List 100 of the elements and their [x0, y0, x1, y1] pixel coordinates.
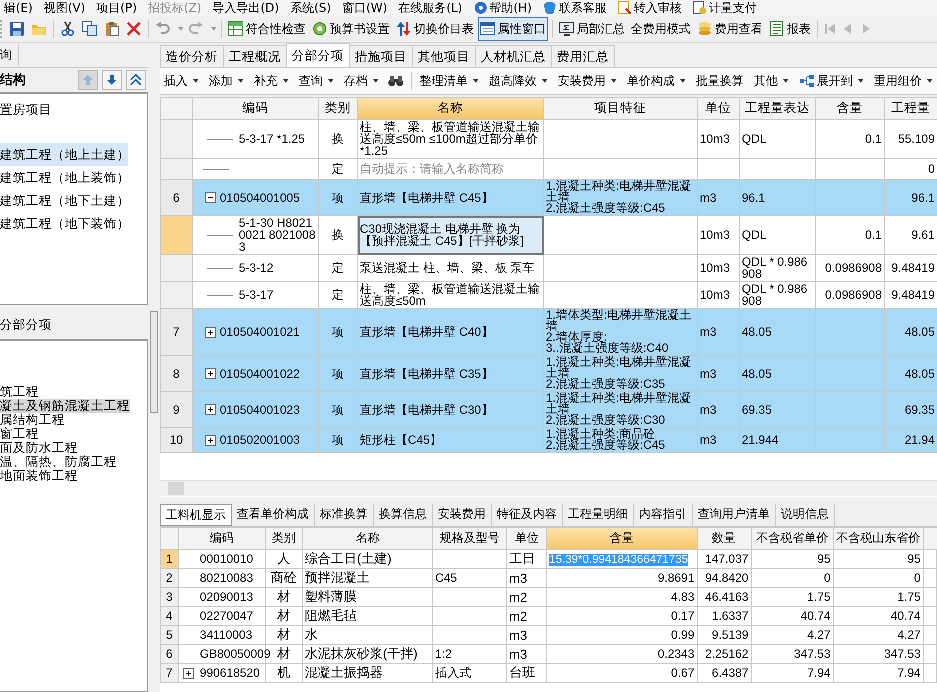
- column-header[interactable]: 单位: [698, 98, 740, 120]
- column-header[interactable]: 规格及型号: [432, 528, 507, 550]
- toolbar-button[interactable]: 费用查看: [695, 17, 765, 41]
- toolbar-button[interactable]: 局部汇总: [557, 17, 627, 41]
- toolbar-button[interactable]: 预算书设置: [310, 17, 392, 41]
- row-number[interactable]: 3: [160, 588, 179, 606]
- menu-button[interactable]: 整理清单: [416, 72, 483, 90]
- row-number[interactable]: 4: [160, 606, 179, 626]
- column-header[interactable]: 名称: [358, 98, 544, 120]
- row-number[interactable]: 2: [160, 568, 179, 588]
- menu-button[interactable]: 其他: [750, 72, 793, 90]
- column-header[interactable]: 不含税山东省价: [833, 528, 924, 550]
- menu-button[interactable]: 存档: [340, 72, 383, 90]
- table-cell: m3: [506, 568, 547, 588]
- menu-button[interactable]: 展开到: [795, 72, 868, 90]
- column-header[interactable]: 工程量表达: [740, 98, 816, 120]
- menu-item[interactable]: 计量支付: [689, 1, 764, 15]
- tab[interactable]: 费用汇总: [551, 45, 615, 67]
- row-number[interactable]: 9: [160, 392, 192, 428]
- toolbar-button[interactable]: 属性窗口: [478, 17, 548, 41]
- column-header[interactable]: 名称: [302, 528, 433, 550]
- table-cell: 46.4163: [697, 588, 752, 606]
- tab[interactable]: 换算信息: [374, 504, 433, 526]
- tab[interactable]: 安装费用: [433, 504, 492, 526]
- column-header[interactable]: 编码: [192, 98, 318, 120]
- menu-item[interactable]: 帮助(H): [470, 1, 540, 15]
- column-header[interactable]: 含量: [546, 528, 698, 550]
- toolbar-button[interactable]: 全费用模式: [629, 17, 693, 41]
- column-header[interactable]: 含量: [816, 98, 884, 120]
- tree-item[interactable]: 建筑工程（地上装饰）: [0, 166, 128, 189]
- tab[interactable]: 标准换算: [315, 504, 374, 526]
- menu-button[interactable]: 安装费用: [554, 72, 621, 90]
- row-number[interactable]: 5: [160, 626, 179, 644]
- row-number[interactable]: 10: [160, 428, 192, 452]
- table-cell: m2: [506, 606, 547, 626]
- table-cell: 直形墙【电梯井壁 C30】: [358, 392, 544, 428]
- menu-item[interactable]: 系统(S): [286, 1, 338, 15]
- table-cell: 1.混凝土种类:电梯井壁混凝土墙 2.混凝土强度等级:C45: [544, 180, 698, 216]
- tab[interactable]: 说明信息: [776, 504, 835, 526]
- column-header[interactable]: 项目特征: [544, 98, 698, 120]
- tree-item[interactable]: 温、隔热、防腐工程: [0, 455, 117, 469]
- menu-button[interactable]: 添加: [205, 72, 248, 90]
- tab[interactable]: 内容指引: [634, 504, 693, 526]
- menu-button[interactable]: 补充: [250, 72, 293, 90]
- tab[interactable]: 查看单价构成: [232, 504, 315, 526]
- tab[interactable]: 造价分析: [160, 45, 224, 67]
- menu-button[interactable]: 超高降效: [485, 72, 552, 90]
- table-cell: 147.037: [697, 550, 752, 568]
- tree-item[interactable]: 置房项目: [0, 98, 128, 121]
- menu-item[interactable]: 转入审核: [614, 1, 690, 15]
- tree-item[interactable]: 建筑工程（地下装饰）: [0, 212, 128, 235]
- column-header[interactable]: 类别: [318, 98, 358, 120]
- tab[interactable]: 分部分项: [286, 43, 350, 67]
- menu-button[interactable]: 插入: [160, 72, 203, 90]
- input-field[interactable]: C30现浇混凝土 电梯井壁 换为【预拌混凝土 C45】[干拌砂浆]: [358, 216, 544, 254]
- column-header[interactable]: 单位: [506, 528, 547, 550]
- menu-item[interactable]: 视图(V): [40, 1, 93, 15]
- menu-button[interactable]: 单价构成: [623, 72, 690, 90]
- tab[interactable]: 特征及内容: [492, 504, 563, 526]
- menu-item[interactable]: 导入导出(D): [208, 1, 286, 15]
- toolbar-button[interactable]: 报表: [767, 17, 813, 41]
- row-number[interactable]: 7: [160, 308, 192, 356]
- row-number[interactable]: 6: [160, 180, 192, 216]
- toolbar-button[interactable]: 切换价目表: [394, 17, 476, 41]
- panel-tab[interactable]: 询: [0, 44, 19, 66]
- tree-item[interactable]: 筑工程: [0, 385, 39, 399]
- tab[interactable]: 查询用户清单: [693, 504, 776, 526]
- column-header[interactable]: 工程量: [884, 98, 937, 120]
- tree-item[interactable]: 面及防水工程: [0, 441, 78, 455]
- menu-item[interactable]: 项目(P): [92, 1, 144, 15]
- table-cell: 2.25162: [697, 644, 752, 664]
- tab[interactable]: 工料机显示: [160, 504, 232, 526]
- row-number[interactable]: 6: [160, 644, 179, 664]
- code-text: 990618520: [200, 666, 260, 680]
- column-header[interactable]: 类别: [266, 528, 303, 550]
- row-number[interactable]: 7: [160, 664, 179, 682]
- table-cell: 项: [318, 392, 358, 428]
- tree-item[interactable]: 地面装饰工程: [0, 469, 78, 483]
- column-header[interactable]: 编码: [178, 528, 266, 550]
- tree-item[interactable]: 窗工程: [0, 427, 39, 441]
- column-header[interactable]: 不含税省单价: [751, 528, 834, 550]
- menu-button[interactable]: 重用组价: [870, 72, 937, 90]
- menu-item[interactable]: 联系客服: [539, 1, 614, 15]
- column-header[interactable]: 数量: [697, 528, 752, 550]
- row-number[interactable]: 1: [160, 550, 179, 568]
- tree-item[interactable]: 建筑工程（地上土建）: [0, 143, 128, 166]
- toolbar-button[interactable]: 符合性检查: [226, 17, 308, 41]
- tab[interactable]: 工程量明细: [563, 504, 634, 526]
- table-cell: 21.944: [740, 428, 816, 452]
- tree-item[interactable]: 凝土及钢筋混凝土工程: [0, 399, 130, 413]
- menu-item[interactable]: 辑(E): [0, 1, 40, 15]
- tree-item[interactable]: 建筑工程（地下土建）: [0, 189, 128, 212]
- table-cell: 直形墙【电梯井壁 C35】: [358, 356, 544, 392]
- code-text: 5-3-17 *1.25: [239, 133, 306, 145]
- row-number[interactable]: 8: [160, 356, 192, 392]
- tree-item[interactable]: 属结构工程: [0, 413, 65, 427]
- toolbar-button[interactable]: 批量换算: [692, 72, 748, 90]
- menu-item[interactable]: 窗口(W): [338, 1, 395, 15]
- menu-button[interactable]: 查询: [295, 72, 338, 90]
- menu-item[interactable]: 在线服务(L): [394, 1, 470, 15]
